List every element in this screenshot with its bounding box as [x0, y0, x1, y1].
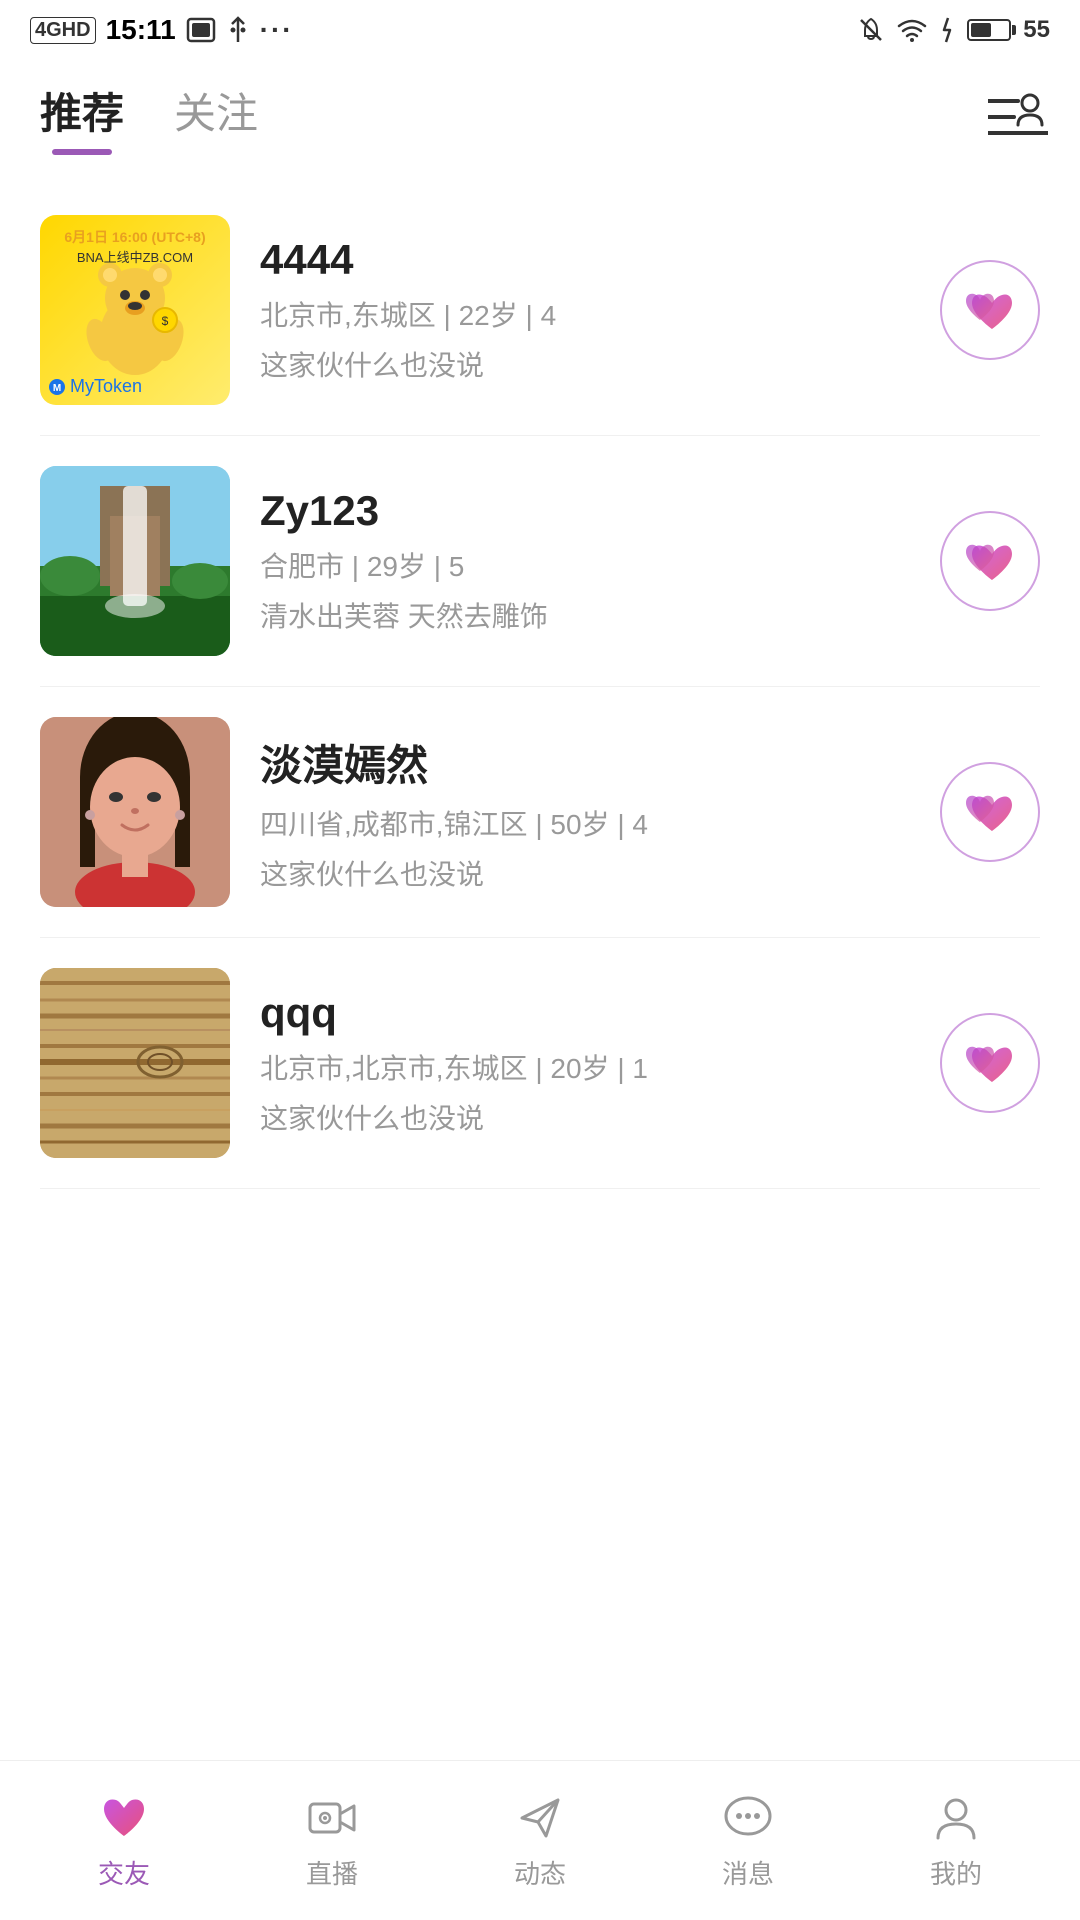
- user-name: 4444: [260, 236, 910, 284]
- wood-avatar: [40, 968, 230, 1158]
- tab-group: 推荐 关注: [40, 80, 258, 155]
- nav-item-messages[interactable]: 消息: [644, 1790, 852, 1891]
- more-dots: ···: [260, 14, 294, 46]
- filter-icon[interactable]: [988, 92, 1040, 144]
- nav-label-live: 直播: [306, 1854, 358, 1891]
- user-bio: 这家伙什么也没说: [260, 344, 910, 384]
- user-info: qqq 北京市,北京市,东城区 | 20岁 | 1 这家伙什么也没说: [260, 989, 910, 1137]
- wifi-icon: [897, 18, 927, 42]
- status-time: 15:11: [106, 14, 176, 46]
- double-heart-icon: [962, 787, 1018, 837]
- user-list: $ M MyToken 6月1日 16:00 (UTC+8) BNA上线中ZB.…: [0, 155, 1080, 1219]
- user-item: 淡漠嫣然 四川省,成都市,锦江区 | 50岁 | 4 这家伙什么也没说: [40, 687, 1040, 938]
- sim-icon: [186, 17, 216, 43]
- nav-label-messages: 消息: [722, 1854, 774, 1891]
- like-button[interactable]: [940, 1013, 1040, 1113]
- like-button[interactable]: [940, 260, 1040, 360]
- nav-label-moments: 动态: [514, 1854, 566, 1891]
- user-info: Zy123 合肥市 | 29岁 | 5 清水出芙蓉 天然去雕饰: [260, 487, 910, 635]
- like-button[interactable]: [940, 762, 1040, 862]
- chat-nav-icon: [722, 1794, 774, 1842]
- filter-wrapper: [988, 92, 1040, 144]
- user-bio: 这家伙什么也没说: [260, 1097, 910, 1137]
- double-heart-icon: [962, 1038, 1018, 1088]
- status-right: 55: [857, 16, 1050, 44]
- avatar[interactable]: $ M MyToken 6月1日 16:00 (UTC+8) BNA上线中ZB.…: [40, 215, 230, 405]
- tab-follow[interactable]: 关注: [174, 80, 258, 155]
- network-badge: 4GHD: [30, 17, 96, 44]
- nav-item-moments[interactable]: 动态: [436, 1790, 644, 1891]
- double-heart-icon: [962, 285, 1018, 335]
- user-name: Zy123: [260, 487, 910, 535]
- nav-icon-mine: [928, 1790, 984, 1846]
- filter-person-icon: [988, 93, 1048, 143]
- user-item: qqq 北京市,北京市,东城区 | 20岁 | 1 这家伙什么也没说: [40, 938, 1040, 1189]
- battery-level: 55: [1023, 16, 1050, 44]
- nav-item-mine[interactable]: 我的: [852, 1790, 1060, 1891]
- double-heart-icon: [962, 536, 1018, 586]
- avatar[interactable]: [40, 717, 230, 907]
- bell-mute-icon: [857, 16, 885, 44]
- user-item: Zy123 合肥市 | 29岁 | 5 清水出芙蓉 天然去雕饰: [40, 436, 1040, 687]
- heart-nav-icon: [98, 1794, 150, 1842]
- video-nav-icon: [306, 1794, 358, 1842]
- user-meta: 四川省,成都市,锦江区 | 50岁 | 4: [260, 803, 910, 843]
- user-meta: 北京市,北京市,东城区 | 20岁 | 1: [260, 1047, 910, 1087]
- user-name: qqq: [260, 989, 910, 1037]
- user-name: 淡漠嫣然: [260, 732, 910, 793]
- status-bar: 4GHD 15:11 ···: [0, 0, 1080, 60]
- nav-label-mine: 我的: [930, 1854, 982, 1891]
- nav-label-friends: 交友: [98, 1854, 150, 1891]
- nav-icon-messages: [720, 1790, 776, 1846]
- nav-item-live[interactable]: 直播: [228, 1790, 436, 1891]
- person-nav-icon: [932, 1794, 980, 1842]
- status-left: 4GHD 15:11 ···: [30, 14, 294, 46]
- promo-text: 6月1日 16:00 (UTC+8) BNA上线中ZB.COM: [40, 227, 230, 266]
- svg-text:M: M: [53, 383, 61, 394]
- nav-icon-moments: [512, 1790, 568, 1846]
- user-bio: 这家伙什么也没说: [260, 853, 910, 893]
- bottom-nav: 交友 直播 动态: [0, 1760, 1080, 1920]
- svg-text:$: $: [162, 314, 169, 328]
- like-button[interactable]: [940, 511, 1040, 611]
- person-avatar: [40, 717, 230, 907]
- mytoken-logo: M MyToken: [48, 376, 142, 397]
- nav-icon-live: [304, 1790, 360, 1846]
- avatar[interactable]: [40, 968, 230, 1158]
- user-bio: 清水出芙蓉 天然去雕饰: [260, 595, 910, 635]
- nav-item-friends[interactable]: 交友: [20, 1790, 228, 1891]
- user-info: 4444 北京市,东城区 | 22岁 | 4 这家伙什么也没说: [260, 236, 910, 384]
- avatar[interactable]: [40, 466, 230, 656]
- usb-icon: [226, 16, 250, 44]
- user-meta: 北京市,东城区 | 22岁 | 4: [260, 294, 910, 334]
- tab-recommend[interactable]: 推荐: [40, 80, 124, 155]
- battery-icon: [967, 19, 1011, 41]
- header: 推荐 关注: [0, 60, 1080, 155]
- nature-avatar: [40, 466, 230, 656]
- user-info: 淡漠嫣然 四川省,成都市,锦江区 | 50岁 | 4 这家伙什么也没说: [260, 732, 910, 893]
- plane-nav-icon: [516, 1794, 564, 1842]
- user-meta: 合肥市 | 29岁 | 5: [260, 545, 910, 585]
- charging-icon: [939, 16, 955, 44]
- nav-icon-friends: [96, 1790, 152, 1846]
- user-item: $ M MyToken 6月1日 16:00 (UTC+8) BNA上线中ZB.…: [40, 185, 1040, 436]
